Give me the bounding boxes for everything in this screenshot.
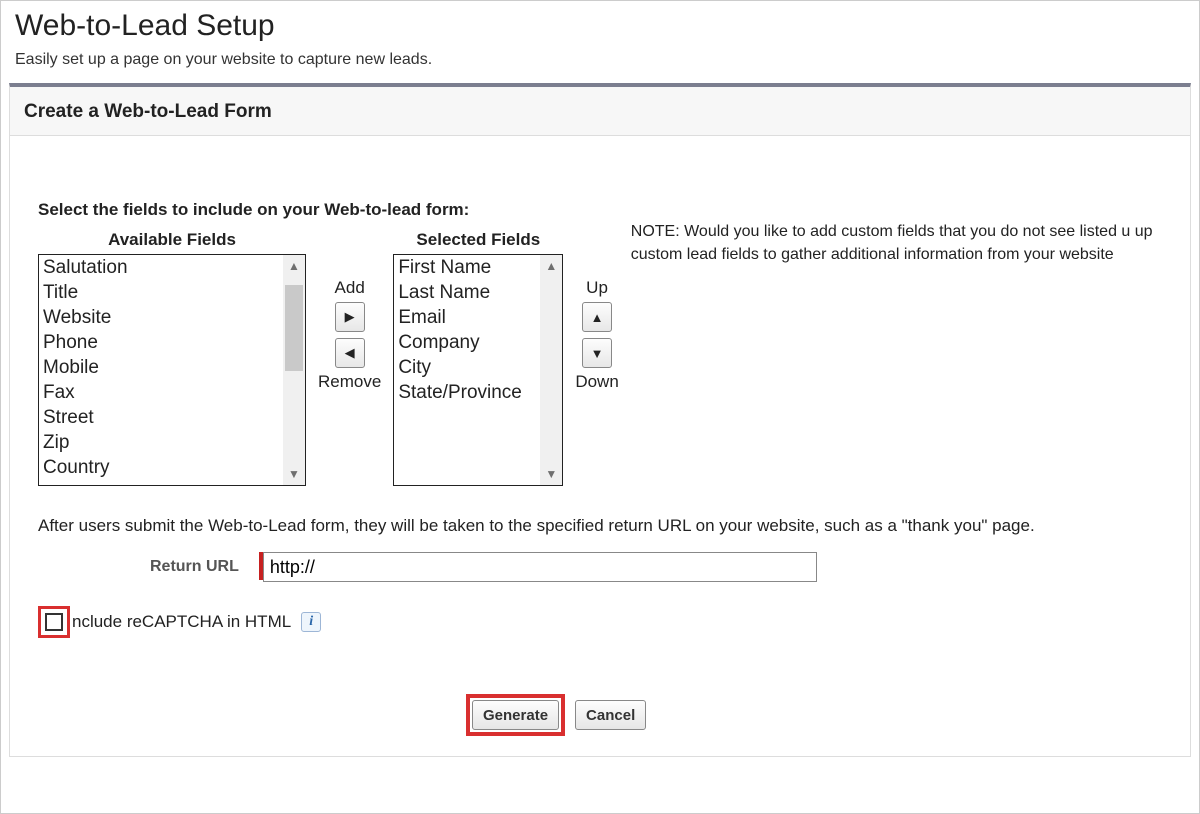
move-down-button[interactable]: ▼ (582, 338, 612, 368)
return-url-label: Return URL (150, 558, 239, 576)
list-item[interactable]: City (398, 355, 540, 380)
info-icon[interactable]: i (301, 612, 321, 632)
list-item[interactable]: Email (398, 305, 540, 330)
list-item[interactable]: Salutation (43, 255, 283, 280)
return-url-input[interactable] (263, 552, 817, 582)
available-fields-scrollbar[interactable]: ▲ ▼ (283, 255, 305, 485)
list-item[interactable]: Zip (43, 430, 283, 455)
list-item[interactable]: Fax (43, 380, 283, 405)
form-panel: Create a Web-to-Lead Form Select the fie… (9, 83, 1191, 757)
scroll-up-icon[interactable]: ▲ (288, 255, 300, 277)
list-item[interactable]: Mobile (43, 355, 283, 380)
return-url-description: After users submit the Web-to-Lead form,… (38, 516, 1188, 536)
recaptcha-checkbox[interactable] (45, 613, 63, 631)
triangle-down-icon: ▼ (591, 346, 604, 361)
recaptcha-label: nclude reCAPTCHA in HTML (72, 612, 291, 632)
available-fields-label: Available Fields (108, 230, 236, 250)
list-item[interactable]: Company (398, 330, 540, 355)
triangle-up-icon: ▲ (591, 310, 604, 325)
generate-button[interactable]: Generate (472, 700, 559, 730)
down-label: Down (575, 372, 618, 392)
list-item[interactable]: Country (43, 455, 283, 480)
scroll-down-icon[interactable]: ▼ (545, 463, 557, 485)
cancel-button[interactable]: Cancel (575, 700, 646, 730)
up-label: Up (586, 278, 608, 298)
remove-label: Remove (318, 372, 381, 392)
triangle-left-icon: ◀ (345, 345, 355, 361)
panel-header: Create a Web-to-Lead Form (10, 87, 1190, 136)
add-label: Add (335, 278, 365, 298)
available-fields-listbox[interactable]: SalutationTitleWebsitePhoneMobileFaxStre… (38, 254, 306, 486)
list-item[interactable]: Street (43, 405, 283, 430)
scroll-thumb[interactable] (285, 285, 303, 371)
list-item[interactable]: First Name (398, 255, 540, 280)
remove-button[interactable]: ◀ (335, 338, 365, 368)
generate-highlight: Generate (466, 694, 565, 736)
list-item[interactable]: Phone (43, 330, 283, 355)
add-button[interactable]: ▶ (335, 302, 365, 332)
list-item[interactable]: Title (43, 280, 283, 305)
selected-fields-label: Selected Fields (416, 230, 540, 250)
page-subtitle: Easily set up a page on your website to … (15, 51, 1199, 69)
selected-fields-scrollbar[interactable]: ▲ ▼ (540, 255, 562, 485)
page-title: Web-to-Lead Setup (15, 9, 1199, 43)
recaptcha-highlight (38, 606, 70, 638)
scroll-up-icon[interactable]: ▲ (545, 255, 557, 277)
scroll-down-icon[interactable]: ▼ (288, 463, 300, 485)
list-item[interactable]: Last Name (398, 280, 540, 305)
list-item[interactable]: Website (43, 305, 283, 330)
list-item[interactable]: State/Province (398, 380, 540, 405)
selected-fields-listbox[interactable]: First NameLast NameEmailCompanyCityState… (393, 254, 563, 486)
custom-fields-note: NOTE: Would you like to add custom field… (631, 220, 1188, 266)
triangle-right-icon: ▶ (345, 309, 355, 325)
field-instruction: Select the fields to include on your Web… (38, 200, 1188, 220)
move-up-button[interactable]: ▲ (582, 302, 612, 332)
